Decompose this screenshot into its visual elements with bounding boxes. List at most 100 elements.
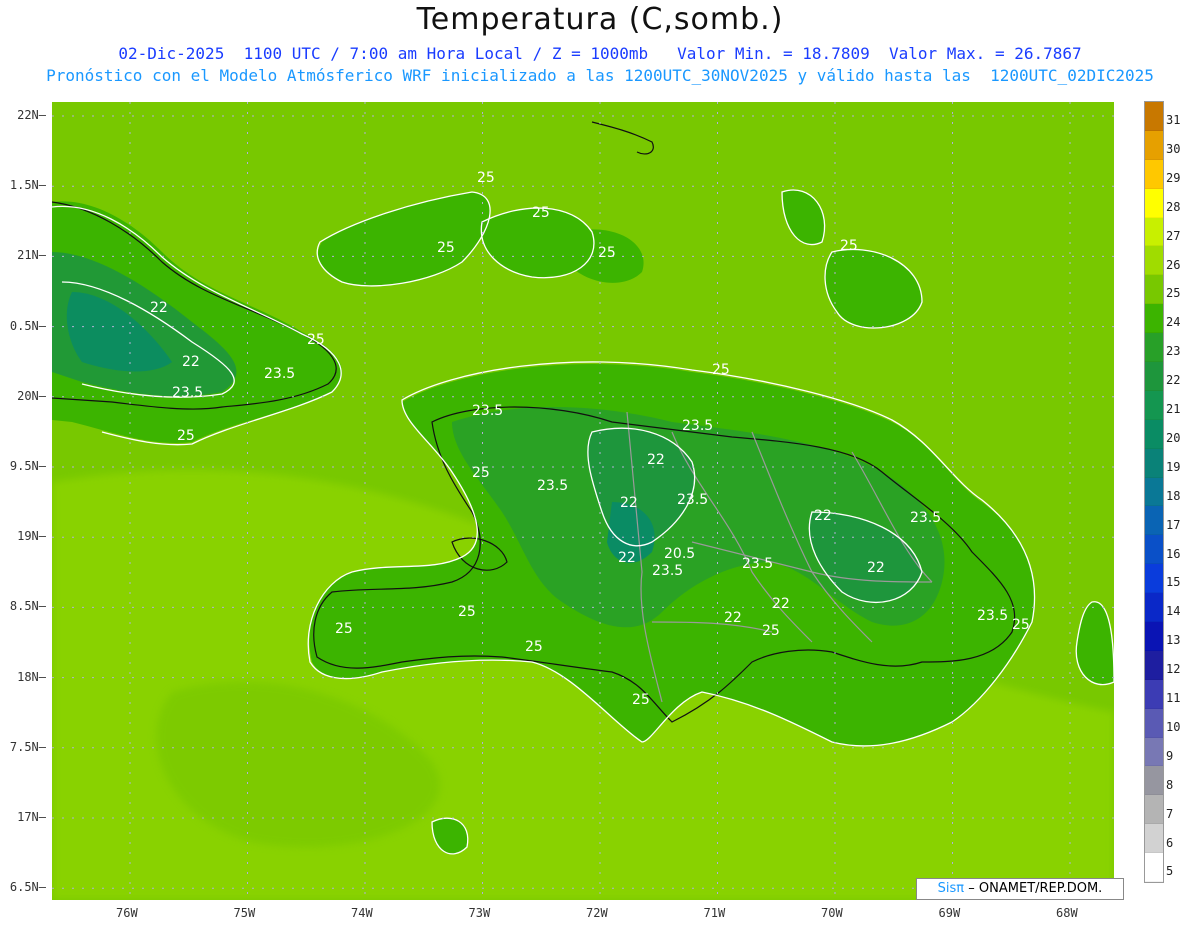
- credit-text: – ONAMET/REP.DOM.: [968, 881, 1103, 896]
- color-scale-value: 18: [1166, 488, 1181, 503]
- lon-tick-label: 71W: [703, 906, 726, 920]
- isotherm-label: 25: [525, 639, 543, 655]
- isotherm-label: 22: [814, 508, 832, 524]
- isotherm-label: 25: [532, 205, 550, 221]
- color-swatch: [1145, 448, 1163, 478]
- lon-tick-label: 74W: [351, 906, 373, 920]
- color-swatch: [1145, 362, 1163, 391]
- color-scale-value: 21: [1166, 402, 1181, 416]
- isotherm-label: 25: [762, 623, 780, 639]
- isotherm-label: 23.5: [677, 492, 708, 508]
- isotherm-label: 25: [472, 465, 490, 481]
- isotherm-label: 20.5: [664, 546, 695, 562]
- isotherm-label: 23.5: [652, 563, 683, 579]
- color-swatch: [1145, 304, 1163, 334]
- lat-tick-label: 1.5N—: [9, 178, 46, 193]
- isotherm-label: 23.5: [910, 510, 941, 526]
- lon-tick-label: 68W: [1056, 906, 1078, 920]
- color-swatch: [1145, 217, 1163, 247]
- isotherm-label: 22: [150, 300, 168, 316]
- isotherm-label: 23.5: [977, 608, 1008, 624]
- color-scale-value: 22: [1166, 373, 1181, 388]
- isotherm-label: 25: [477, 170, 495, 186]
- color-swatch: [1145, 650, 1163, 680]
- lat-tick-label: 18N—: [17, 669, 46, 684]
- isotherm-label: 22: [867, 560, 885, 576]
- lat-tick-label: 20N—: [17, 388, 46, 403]
- map-title: Temperatura (C,somb.): [416, 2, 784, 37]
- isotherm-label: 22: [772, 596, 790, 612]
- color-scale-value: 20: [1166, 430, 1181, 445]
- lon-tick-label: 75W: [233, 906, 256, 920]
- lat-tick-label: 8.5N—: [9, 599, 46, 614]
- color-swatch: [1145, 506, 1163, 536]
- color-swatch: [1145, 419, 1163, 449]
- color-swatch: [1145, 708, 1163, 738]
- color-swatch: [1145, 824, 1163, 854]
- model-info-subtitle: Pronóstico con el Modelo Atmósferico WRF…: [46, 66, 1154, 85]
- color-swatch: [1145, 593, 1163, 623]
- color-swatch: [1145, 679, 1163, 709]
- isotherm-label: 25: [712, 362, 730, 378]
- isotherm-label: 25: [598, 245, 616, 261]
- isotherm-label: 25: [177, 428, 195, 444]
- color-scale-value: 31: [1166, 113, 1181, 127]
- color-swatch: [1145, 275, 1163, 305]
- isotherm-label: 23.5: [742, 556, 773, 572]
- color-scale-value: 25: [1166, 286, 1181, 301]
- color-swatch: [1145, 853, 1163, 883]
- map-canvas: 252525252523.5222223.525252523.523.52522…: [52, 102, 1114, 900]
- sispi-brand: Sisπ: [937, 881, 965, 896]
- color-swatch: [1145, 102, 1163, 131]
- color-swatch: [1145, 622, 1163, 651]
- isotherm-label: 23.5: [472, 403, 503, 419]
- color-swatch: [1145, 333, 1163, 363]
- lat-tick-label: 0.5N—: [9, 318, 46, 333]
- lon-tick-label: 76W: [116, 906, 138, 920]
- color-scale-bar: [1144, 101, 1164, 884]
- lat-tick-label: 22N—: [17, 108, 46, 122]
- isotherm-label: 25: [307, 332, 325, 348]
- color-swatch: [1145, 188, 1163, 218]
- color-swatch: [1145, 130, 1163, 160]
- isotherm-label: 22: [182, 354, 200, 370]
- color-scale-value: 28: [1166, 199, 1181, 214]
- color-scale-value: 5: [1166, 864, 1174, 879]
- color-scale-value: 19: [1166, 459, 1181, 474]
- isotherm-label: 22: [724, 610, 742, 626]
- isotherm-label: 22: [620, 495, 638, 511]
- isotherm-label: 22: [618, 550, 636, 566]
- color-swatch: [1145, 766, 1163, 796]
- lat-tick-label: 17N—: [17, 810, 46, 824]
- color-scale-value: 6: [1166, 835, 1174, 850]
- isotherm-label: 25: [1012, 617, 1030, 633]
- isotherm-label: 22: [647, 452, 665, 468]
- lat-tick-label: 21N—: [17, 248, 46, 263]
- color-scale-value: 9: [1166, 748, 1174, 763]
- color-scale-value: 30: [1166, 141, 1181, 156]
- color-scale-value: 16: [1166, 546, 1181, 561]
- lat-tick-label: 19N—: [17, 529, 46, 544]
- color-scale-value: 12: [1166, 662, 1181, 677]
- lon-tick-label: 73W: [468, 906, 491, 920]
- isotherm-label: 25: [840, 238, 858, 254]
- color-scale-value: 27: [1166, 228, 1181, 243]
- isotherm-label: 23.5: [537, 478, 568, 494]
- color-swatch: [1145, 535, 1163, 565]
- isotherm-label: 25: [437, 240, 455, 256]
- lat-tick-label: 9.5N—: [9, 459, 46, 473]
- isotherm-label: 23.5: [264, 366, 295, 382]
- isotherm-label: 25: [458, 604, 476, 620]
- credit-box: Sisπ – ONAMET/REP.DOM.: [916, 878, 1124, 900]
- color-scale-value: 26: [1166, 257, 1181, 272]
- color-swatch: [1145, 477, 1163, 507]
- isotherm-label: 23.5: [172, 385, 203, 401]
- color-scale-value: 8: [1166, 777, 1174, 792]
- color-scale-value: 13: [1166, 633, 1181, 648]
- color-scale-value: 23: [1166, 344, 1181, 359]
- color-scale-value: 24: [1166, 315, 1181, 330]
- color-swatch: [1145, 390, 1163, 420]
- color-scale-value: 14: [1166, 604, 1181, 619]
- lon-tick-label: 70W: [821, 906, 843, 920]
- color-scale-value: 10: [1166, 719, 1181, 734]
